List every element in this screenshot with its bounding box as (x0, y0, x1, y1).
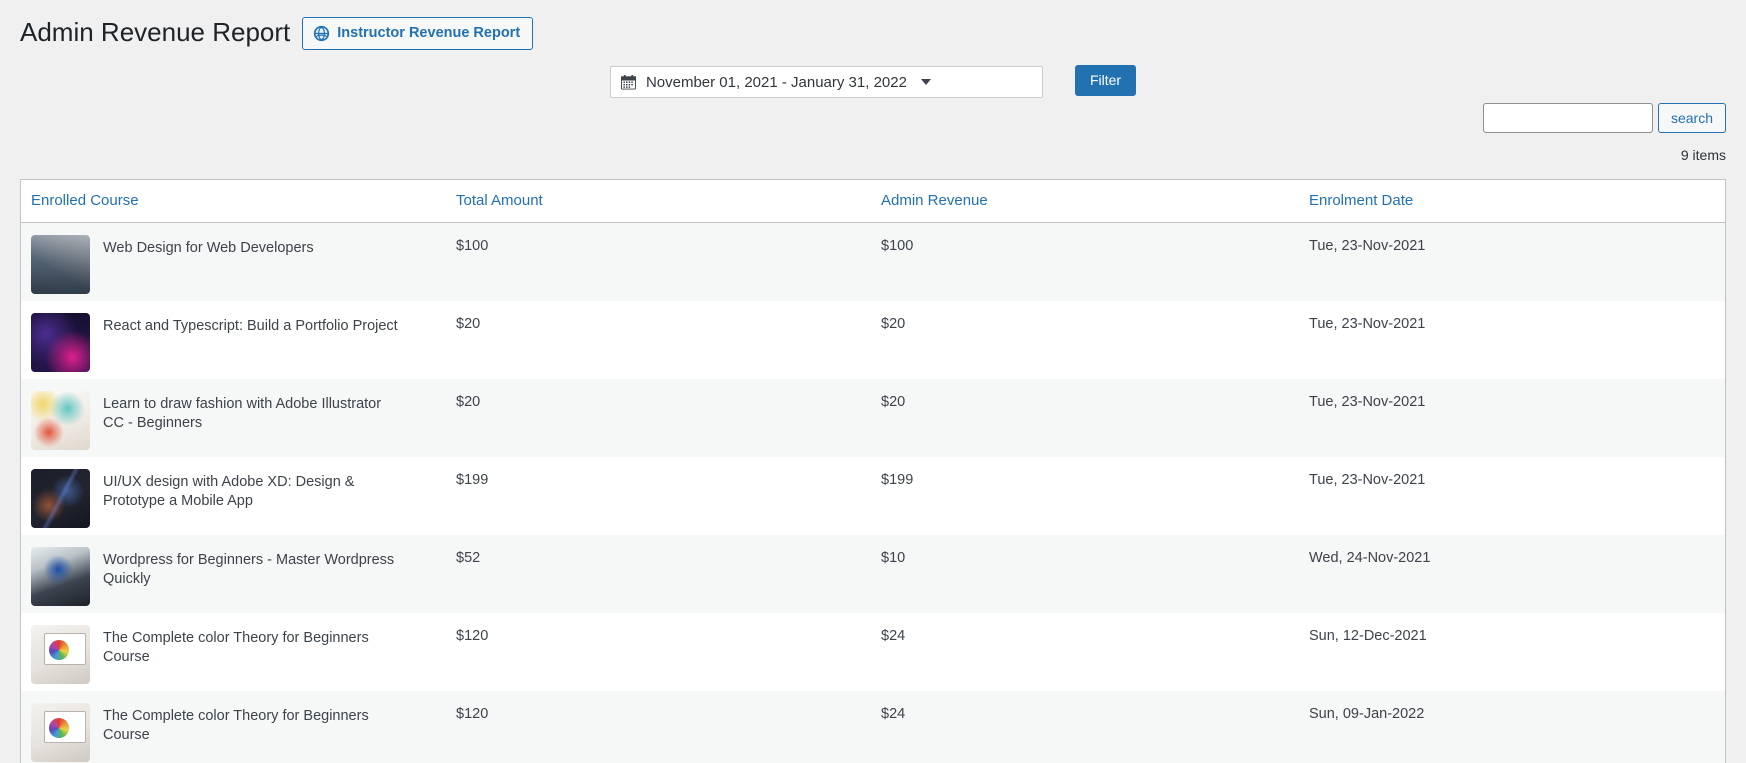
course-thumbnail (31, 312, 90, 372)
course-title[interactable]: UI/UX design with Adobe XD: Design & Pro… (103, 471, 403, 511)
table-header: Enrolled Course Total Amount Admin Reven… (21, 180, 1725, 223)
cell-enrolment-date: Sun, 09-Jan-2022 (1309, 705, 1425, 722)
cell-admin-revenue: $20 (881, 315, 906, 332)
table-row[interactable]: The Complete color Theory for Beginners … (21, 612, 1725, 691)
cell-total-amount: $199 (456, 471, 489, 488)
table-row[interactable]: The Complete color Theory for Beginners … (21, 690, 1725, 763)
cell-enrolment-date: Sun, 12-Dec-2021 (1309, 627, 1427, 644)
column-header-admin-revenue[interactable]: Admin Revenue (871, 180, 1299, 223)
course-thumbnail (31, 468, 90, 528)
course-thumbnail (31, 702, 90, 762)
cell-enrolled-course: Wordpress for Beginners - Master Wordpre… (21, 535, 446, 613)
cell-enrolled-course: The Complete color Theory for Beginners … (21, 613, 446, 691)
course-title[interactable]: Wordpress for Beginners - Master Wordpre… (103, 549, 403, 589)
cell-admin-revenue: $24 (881, 705, 906, 722)
page-title: Admin Revenue Report (20, 17, 291, 48)
table-row[interactable]: UI/UX design with Adobe XD: Design & Pro… (21, 456, 1725, 535)
course-title[interactable]: React and Typescript: Build a Portfolio … (103, 315, 398, 336)
globe-icon (313, 25, 330, 42)
table-row[interactable]: React and Typescript: Build a Portfolio … (21, 300, 1725, 379)
filter-button[interactable]: Filter (1074, 65, 1137, 97)
cell-enrolment-date: Tue, 23-Nov-2021 (1309, 238, 1426, 254)
cell-enrolled-course: The Complete color Theory for Beginners … (21, 691, 446, 763)
course-thumbnail (31, 624, 90, 684)
page-header: Admin Revenue Report Instructor Revenue … (0, 0, 1746, 52)
date-range-picker[interactable]: November 01, 2021 - January 31, 2022 (609, 66, 1043, 98)
admin-revenue-report-page: Admin Revenue Report Instructor Revenue … (0, 0, 1746, 763)
cell-admin-revenue: $199 (881, 471, 914, 488)
course-title[interactable]: The Complete color Theory for Beginners … (103, 627, 403, 667)
course-title[interactable]: Learn to draw fashion with Adobe Illustr… (103, 393, 403, 433)
items-count: 9 items (1680, 147, 1726, 163)
cell-enrolled-course: UI/UX design with Adobe XD: Design & Pro… (21, 457, 446, 535)
table-row[interactable]: Web Design for Web Developers $100 $100 Tue… (21, 222, 1725, 301)
column-header-total-amount[interactable]: Total Amount (446, 180, 871, 223)
cell-total-amount: $52 (456, 549, 481, 566)
cell-total-amount: $120 (456, 627, 489, 644)
chevron-down-icon (920, 79, 931, 85)
cell-total-amount: $20 (456, 393, 481, 410)
course-thumbnail (31, 546, 90, 606)
date-range-label: November 01, 2021 - January 31, 2022 (645, 73, 907, 91)
table-row[interactable]: Wordpress for Beginners - Master Wordpre… (21, 534, 1725, 613)
cell-enrolment-date: Wed, 24-Nov-2021 (1309, 549, 1431, 566)
cell-enrolled-course: React and Typescript: Build a Portfolio … (21, 301, 446, 379)
cell-admin-revenue: $24 (881, 627, 906, 644)
cell-admin-revenue: $10 (881, 549, 906, 566)
course-thumbnail (31, 390, 90, 450)
table-body: Web Design for Web Developers $100 $100 Tue… (21, 222, 1725, 763)
search-button[interactable]: search (1657, 103, 1726, 133)
filter-bar: November 01, 2021 - January 31, 2022 Fil… (0, 65, 1746, 98)
cell-enrolled-course: Learn to draw fashion with Adobe Illustr… (21, 379, 446, 457)
calendar-icon (620, 74, 636, 90)
revenue-table-container: Enrolled Course Total Amount Admin Reven… (20, 179, 1726, 763)
column-header-enrolment-date[interactable]: Enrolment Date (1299, 180, 1725, 223)
table-header-row: Enrolled Course Total Amount Admin Reven… (21, 180, 1725, 223)
instructor-revenue-report-label: Instructor Revenue Report (337, 24, 521, 41)
cell-enrolment-date: Tue, 23-Nov-2021 (1309, 315, 1426, 332)
search-area: search (1482, 103, 1726, 133)
revenue-table: Enrolled Course Total Amount Admin Reven… (21, 180, 1725, 763)
cell-total-amount: $120 (456, 705, 489, 722)
instructor-revenue-report-button[interactable]: Instructor Revenue Report (302, 16, 534, 50)
cell-enrolment-date: Tue, 23-Nov-2021 (1309, 393, 1426, 410)
column-header-enrolled-course[interactable]: Enrolled Course (21, 180, 446, 223)
right-gutter (1726, 0, 1746, 763)
cell-enrolment-date: Tue, 23-Nov-2021 (1309, 471, 1426, 488)
cell-admin-revenue: $20 (881, 393, 906, 410)
cell-admin-revenue: $100 (881, 238, 914, 254)
course-title[interactable]: Web Design for Web Developers (103, 237, 314, 258)
cell-enrolled-course: Web Design for Web Developers (21, 223, 446, 301)
search-input[interactable] (1482, 103, 1653, 133)
course-thumbnail (31, 235, 90, 294)
table-row[interactable]: Learn to draw fashion with Adobe Illustr… (21, 378, 1725, 457)
cell-total-amount: $20 (456, 315, 481, 332)
cell-total-amount: $100 (456, 238, 489, 254)
course-title[interactable]: The Complete color Theory for Beginners … (103, 705, 403, 745)
